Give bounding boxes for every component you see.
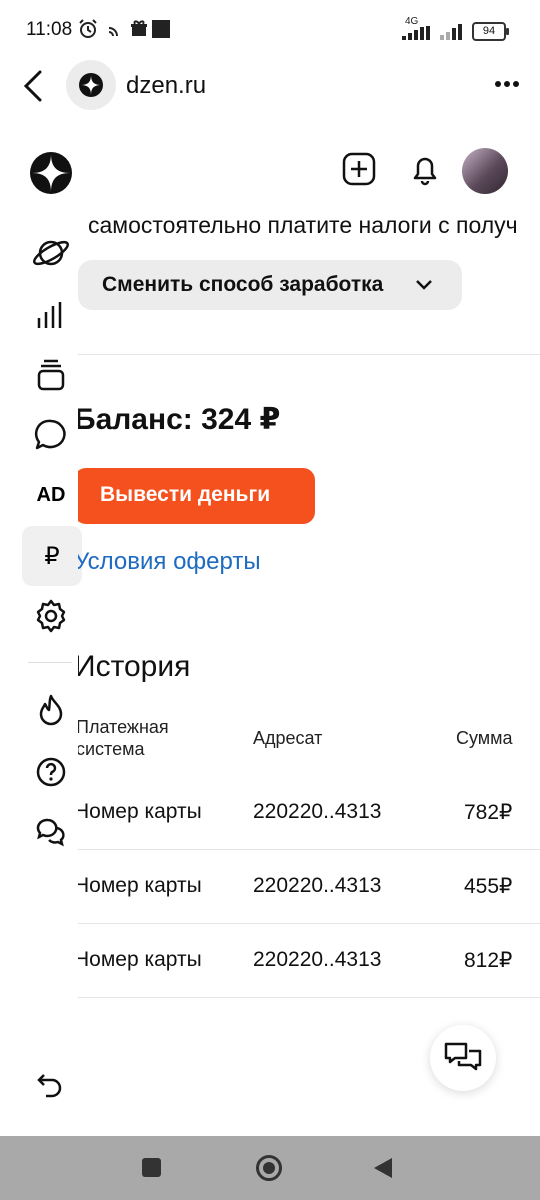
row-system: Номер карты xyxy=(78,800,202,823)
section-divider xyxy=(78,354,540,355)
back-icon[interactable] xyxy=(20,70,46,102)
change-method-label: Сменить способ заработка xyxy=(102,273,384,296)
comments-icon[interactable] xyxy=(28,412,74,458)
zen-logo-icon[interactable] xyxy=(28,150,74,196)
row-system: Номер карты xyxy=(78,874,202,897)
col-header-recipient: Адресат xyxy=(253,728,323,748)
undo-icon[interactable] xyxy=(28,1061,74,1107)
row-recipient: 220220..4313 xyxy=(253,948,382,971)
settings-icon[interactable] xyxy=(28,593,74,639)
row-divider xyxy=(78,997,540,998)
site-favicon xyxy=(66,60,116,110)
balance-label: Баланс: 324 ₽ xyxy=(78,403,281,436)
main-content: самостоятельно платите налоги с получ См… xyxy=(78,140,540,1040)
row-recipient: 220220..4313 xyxy=(253,800,382,823)
recents-button[interactable] xyxy=(142,1158,161,1177)
ruble-icon[interactable]: ₽ xyxy=(22,526,82,586)
signal-2-icon xyxy=(440,24,462,40)
change-method-button[interactable]: Сменить способ заработка xyxy=(78,260,462,310)
stats-icon[interactable] xyxy=(28,292,74,338)
help-icon[interactable] xyxy=(28,749,74,795)
withdraw-button[interactable]: Вывести деньги xyxy=(78,468,315,524)
support-chat-button[interactable] xyxy=(430,1025,496,1091)
alarm-icon xyxy=(79,19,97,38)
table-row[interactable]: Номер карты 220220..4313 782₽ xyxy=(78,776,540,850)
chat-bubbles-icon xyxy=(444,1042,482,1071)
cast-icon xyxy=(108,27,118,37)
status-bar: 11:08 4G 94 xyxy=(0,0,540,60)
home-button[interactable] xyxy=(256,1155,282,1181)
layers-icon[interactable] xyxy=(28,352,74,398)
col-header-system: Платежная система xyxy=(78,717,169,759)
row-amount: 812₽ xyxy=(464,949,513,972)
chat-icon[interactable] xyxy=(28,808,74,854)
row-system: Номер карты xyxy=(78,948,202,971)
ad-icon[interactable]: AD xyxy=(28,472,74,518)
col-header-amount: Сумма xyxy=(456,728,513,748)
row-amount: 782₽ xyxy=(464,801,513,824)
system-nav-bar xyxy=(0,1136,540,1200)
battery-indicator: 94 xyxy=(472,22,509,41)
income-note: самостоятельно платите налоги с получ xyxy=(88,212,518,238)
back-nav-icon[interactable] xyxy=(372,1156,394,1180)
sidebar-divider xyxy=(28,662,72,663)
row-amount: 455₽ xyxy=(464,875,513,898)
app-notification-icon xyxy=(152,20,170,38)
row-recipient: 220220..4313 xyxy=(253,874,382,897)
table-row[interactable]: Номер карты 220220..4313 812₽ xyxy=(78,924,540,998)
offer-link[interactable]: Условия оферты xyxy=(78,548,261,576)
fire-icon[interactable] xyxy=(28,688,74,734)
signal-icon xyxy=(402,26,430,40)
url-text[interactable]: dzen.ru xyxy=(126,72,206,100)
more-menu-icon[interactable] xyxy=(494,80,520,88)
chevron-down-icon xyxy=(416,280,432,290)
history-title: История xyxy=(78,650,191,683)
gift-icon xyxy=(131,20,147,36)
zen-favicon-icon xyxy=(79,73,103,97)
withdraw-label: Вывести деньги xyxy=(100,483,271,506)
status-time: 11:08 xyxy=(26,19,73,40)
planet-icon[interactable] xyxy=(28,230,74,276)
table-row[interactable]: Номер карты 220220..4313 455₽ xyxy=(78,850,540,924)
